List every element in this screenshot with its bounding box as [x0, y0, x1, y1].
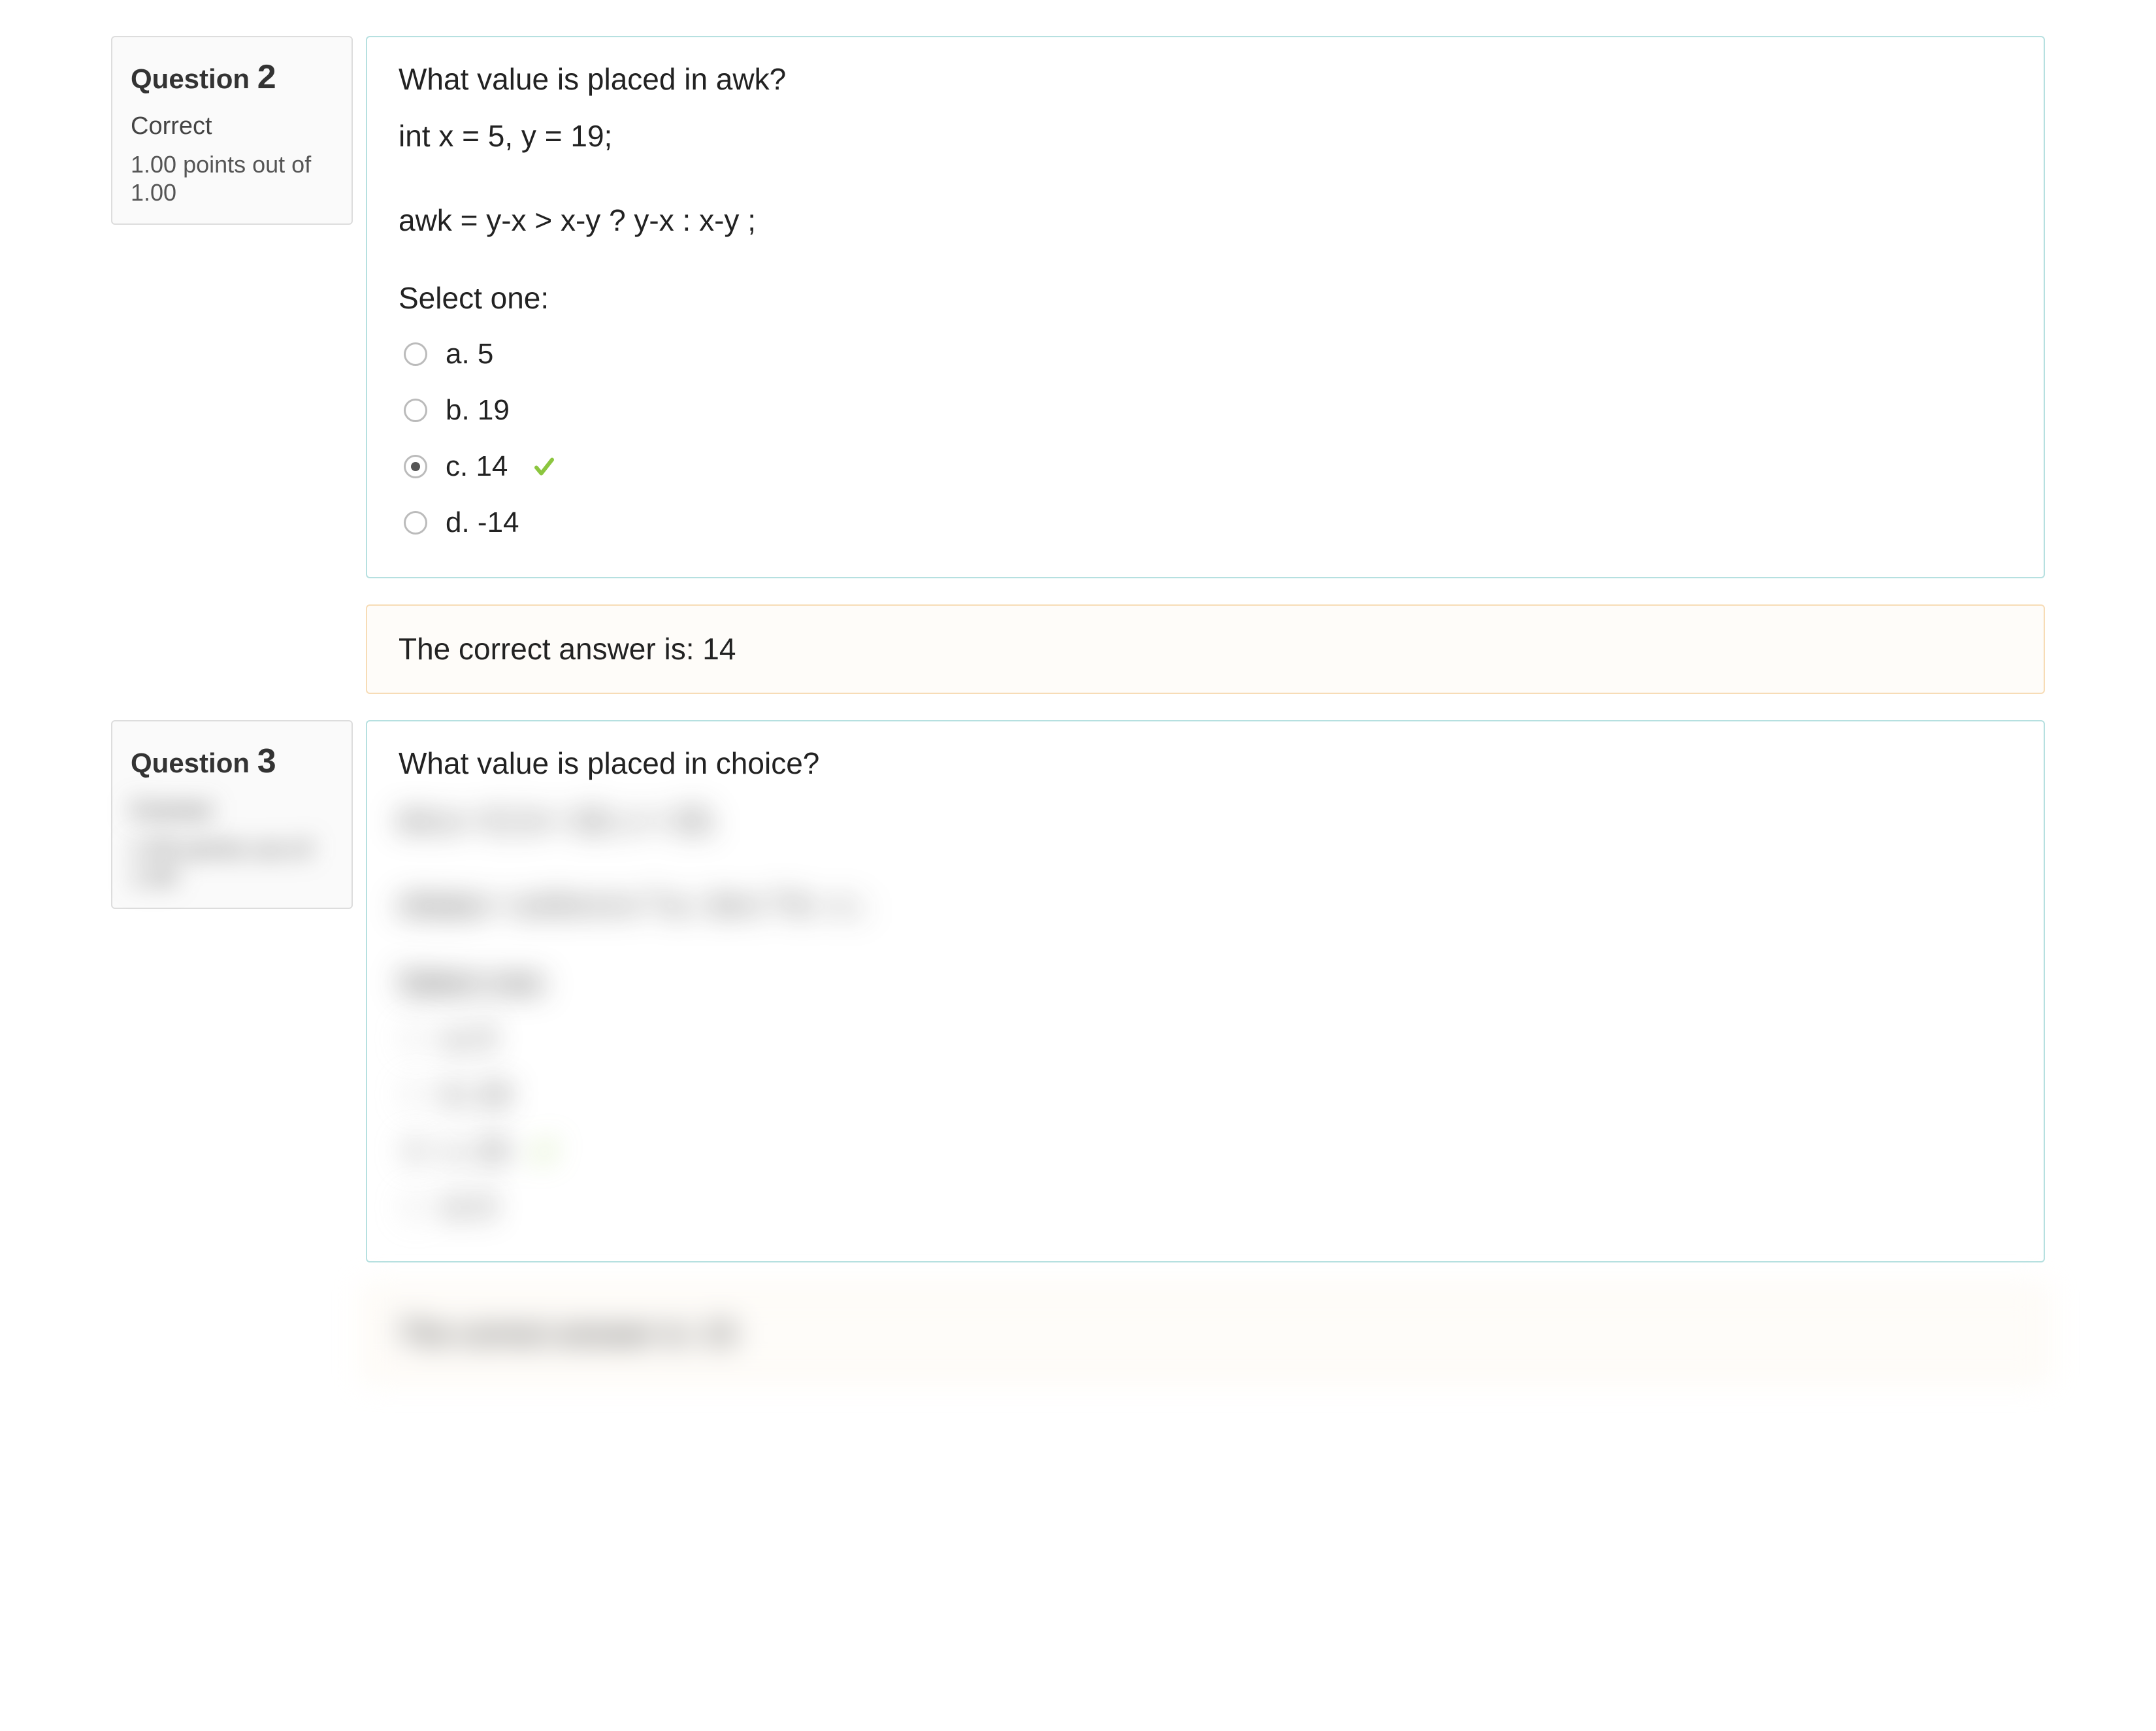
question-2-code-line-1: int x = 5, y = 19; [399, 114, 2012, 159]
option-d-label: d. -14 [446, 501, 519, 544]
option-c[interactable]: c. 15 [404, 1123, 2012, 1179]
option-c-label: c. 15 [446, 1129, 508, 1172]
radio-icon-selected[interactable] [404, 455, 427, 478]
option-d[interactable]: d. 0 [404, 1179, 2012, 1235]
radio-icon[interactable] [404, 399, 427, 422]
question-2-row: Question 2 Correct 1.00 points out of 1.… [111, 36, 2045, 694]
select-one-label: Select one: [399, 960, 2012, 1005]
question-3-prompt: What value is placed in choice? [399, 741, 2012, 786]
bottom-whitespace [111, 1404, 2045, 1666]
option-a-label: a. 0 [446, 1017, 493, 1060]
question-2-title: Question 2 [131, 52, 333, 103]
check-icon [532, 1139, 556, 1162]
question-3-content: What value is placed in choice? int a = … [366, 720, 2045, 1378]
check-icon [532, 455, 556, 478]
question-3-row: Question 3 Correct 1.00 points out of 1.… [111, 720, 2045, 1378]
option-c-label: c. 14 [446, 445, 508, 488]
radio-icon[interactable] [404, 1195, 427, 1219]
question-2-code-line-2: awk = y-x > x-y ? y-x : x-y ; [399, 198, 2012, 243]
option-a[interactable]: a. 5 [404, 326, 2012, 382]
option-b-label: b. 10 [446, 1073, 510, 1116]
radio-icon[interactable] [404, 1027, 427, 1050]
option-b-label: b. 19 [446, 389, 510, 432]
question-3-body: What value is placed in choice? int a = … [366, 720, 2045, 1262]
question-2-info: Question 2 Correct 1.00 points out of 1.… [111, 36, 353, 225]
radio-icon-selected[interactable] [404, 1139, 427, 1162]
question-3-code-line-1: int a = 0, b = 10, c = 15; [399, 798, 2012, 843]
question-2-correct-answer: The correct answer is: 14 [366, 604, 2045, 694]
question-label: Question [131, 748, 250, 778]
question-2-points: 1.00 points out of 1.00 [131, 150, 333, 206]
question-3-title: Question 3 [131, 736, 333, 787]
option-a[interactable]: a. 0 [404, 1010, 2012, 1066]
question-number: 3 [257, 742, 276, 780]
question-3-info: Question 3 Correct 1.00 points out of 1.… [111, 720, 353, 909]
question-2-body: What value is placed in awk? int x = 5, … [366, 36, 2045, 578]
option-a-label: a. 5 [446, 333, 493, 376]
option-d[interactable]: d. -14 [404, 495, 2012, 551]
question-2-content: What value is placed in awk? int x = 5, … [366, 36, 2045, 694]
select-one-label: Select one: [399, 276, 2012, 321]
option-d-label: d. 0 [446, 1185, 493, 1228]
option-c[interactable]: c. 14 [404, 438, 2012, 495]
question-3-status: Correct [131, 792, 333, 829]
radio-icon[interactable] [404, 511, 427, 535]
question-3-code-line-2: choice = a+b+c>x ? a : b>c ? b : c ; [399, 882, 2012, 927]
question-3-correct-answer: The correct answer is: 15 [366, 1289, 2045, 1378]
question-label: Question [131, 63, 250, 94]
radio-icon[interactable] [404, 342, 427, 366]
radio-icon[interactable] [404, 1083, 427, 1106]
question-2-prompt: What value is placed in awk? [399, 57, 2012, 102]
question-2-status: Correct [131, 108, 333, 145]
option-b[interactable]: b. 19 [404, 382, 2012, 438]
question-3-points: 1.00 points out of 1.00 [131, 834, 333, 891]
question-number: 2 [257, 58, 276, 96]
option-b[interactable]: b. 10 [404, 1066, 2012, 1123]
